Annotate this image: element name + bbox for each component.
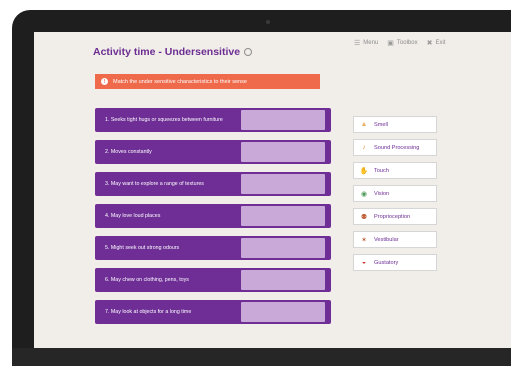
sense-option-vestibular[interactable]: ✶ Vestibular xyxy=(353,231,437,248)
answer-drop-zone[interactable] xyxy=(241,142,325,162)
page-title-text: Activity time - Undersensitive xyxy=(93,46,241,58)
statement-label: 3. May want to explore a range of textur… xyxy=(105,180,204,187)
sense-label: Vestibular xyxy=(374,236,399,243)
statement-item[interactable]: 1. Seeks tight hugs or squeezes between … xyxy=(95,108,331,132)
ear-icon: ♪ xyxy=(362,144,366,151)
mouth-icon: ◒ xyxy=(361,259,367,266)
instruction-text: Match the under sensitive characteristic… xyxy=(113,78,247,85)
toolbox-button[interactable]: ▣ Toolbox xyxy=(387,39,417,47)
hamburger-icon: ☰ xyxy=(354,40,361,47)
statement-label: 4. May love loud places xyxy=(105,212,161,219)
statement-item[interactable]: 6. May chew on clothing, pens, toys xyxy=(95,268,331,292)
answer-drop-zone[interactable] xyxy=(241,110,325,130)
exit-button[interactable]: ✖ Exit xyxy=(427,39,446,47)
hand-icon: ✋ xyxy=(359,167,369,175)
sense-label: Smell xyxy=(374,121,388,128)
top-nav: ☰ Menu ▣ Toolbox ✖ Exit xyxy=(354,39,446,47)
sense-option-vision[interactable]: ◉ Vision xyxy=(353,185,437,202)
menu-button[interactable]: ☰ Menu xyxy=(354,39,378,47)
statement-item[interactable]: 4. May love loud places xyxy=(95,204,331,228)
statement-label: 2. Moves constantly xyxy=(105,148,152,155)
toolbox-label: Toolbox xyxy=(396,40,418,46)
exit-label: Exit xyxy=(435,40,446,46)
sense-label: Proprioception xyxy=(374,213,411,220)
statement-label: 7. May look at objects for a long time xyxy=(105,308,192,315)
statement-label: 1. Seeks tight hugs or squeezes between … xyxy=(105,116,223,123)
sense-option-proprioception[interactable]: ⚉ Proprioception xyxy=(353,208,437,225)
info-icon[interactable] xyxy=(244,48,253,57)
camera-icon xyxy=(266,20,270,24)
sense-label: Gustatory xyxy=(374,259,399,266)
answer-drop-zone[interactable] xyxy=(241,174,325,194)
app-screen: Activity time - Undersensitive ☰ Menu ▣ … xyxy=(34,32,511,348)
person-spinning-icon: ✶ xyxy=(361,236,367,244)
statement-item[interactable]: 2. Moves constantly xyxy=(95,140,331,164)
sense-label: Sound Processing xyxy=(374,144,420,151)
sense-option-touch[interactable]: ✋ Touch xyxy=(353,162,437,179)
close-icon: ✖ xyxy=(426,40,433,47)
statement-label: 6. May chew on clothing, pens, toys xyxy=(105,276,189,283)
bottom-bezel xyxy=(12,348,511,366)
menu-label: Menu xyxy=(363,40,379,46)
people-icon: ⚉ xyxy=(360,213,368,221)
statement-label: 5. Might seek out strong odours xyxy=(105,244,180,251)
eye-icon: ◉ xyxy=(360,190,368,198)
answer-drop-zone[interactable] xyxy=(241,238,325,258)
sense-label: Touch xyxy=(374,167,389,174)
nose-icon: ▲ xyxy=(360,121,368,128)
toolbox-icon: ▣ xyxy=(387,40,394,47)
alert-icon: ! xyxy=(101,78,108,85)
sense-option-smell[interactable]: ▲ Smell xyxy=(353,116,437,133)
statement-item[interactable]: 7. May look at objects for a long time xyxy=(95,300,331,324)
page-title: Activity time - Undersensitive xyxy=(93,46,253,58)
sense-option-sound-processing[interactable]: ♪ Sound Processing xyxy=(353,139,437,156)
answer-drop-zone[interactable] xyxy=(241,206,325,226)
instruction-banner: ! Match the under sensitive characterist… xyxy=(95,74,320,89)
answer-drop-zone[interactable] xyxy=(241,302,325,322)
statement-item[interactable]: 3. May want to explore a range of textur… xyxy=(95,172,331,196)
sense-label: Vision xyxy=(374,190,390,197)
answer-drop-zone[interactable] xyxy=(241,270,325,290)
sense-option-gustatory[interactable]: ◒ Gustatory xyxy=(353,254,437,271)
statement-item[interactable]: 5. Might seek out strong odours xyxy=(95,236,331,260)
